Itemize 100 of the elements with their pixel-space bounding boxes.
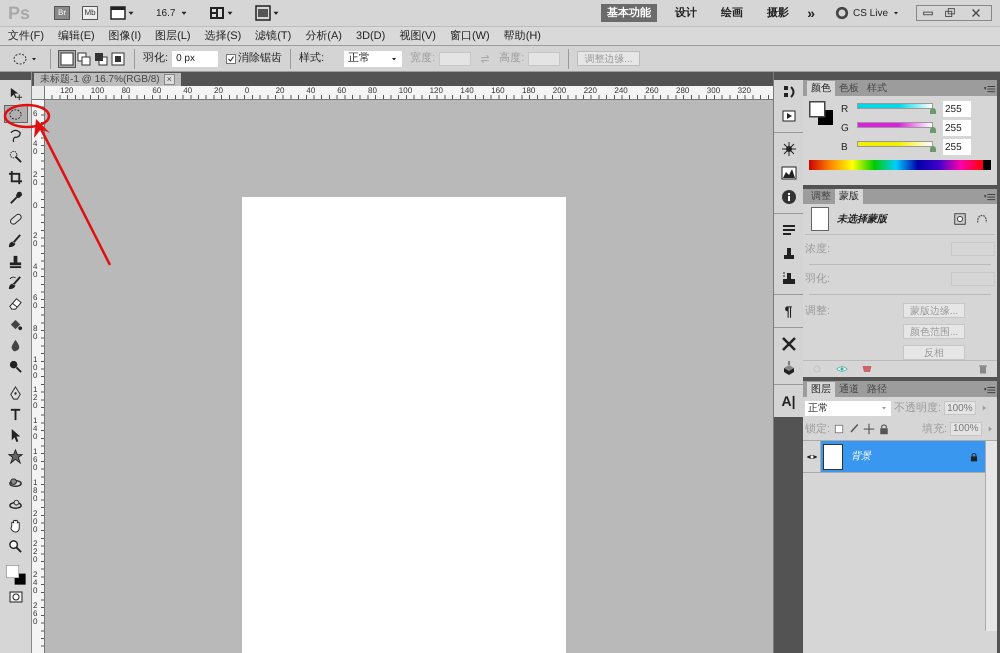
ruler-label: 6 <box>33 110 38 118</box>
width-label: 宽度: <box>410 50 436 66</box>
shape-icon <box>8 448 23 464</box>
menu-item[interactable]: 图像(I) <box>108 28 142 44</box>
channel-label: R <box>841 102 850 116</box>
panel-tab[interactable]: 样式 <box>863 81 891 96</box>
menu-item[interactable]: 文件(F) <box>8 28 44 44</box>
dodge-icon <box>8 358 23 374</box>
menu-item[interactable]: 窗口(W) <box>450 28 490 44</box>
opacity-label: 不透明度: <box>894 400 942 416</box>
channel-value-input[interactable]: 255 <box>943 139 971 155</box>
brush-icon[interactable] <box>848 422 860 435</box>
menu-item[interactable]: 滤镜(T) <box>255 28 292 44</box>
panel-tab[interactable]: 路径 <box>863 382 891 397</box>
eraser-icon <box>8 296 23 310</box>
lock-icon[interactable] <box>878 422 890 435</box>
channel-value-input[interactable]: 255 <box>943 120 971 136</box>
ruler-label: 200 <box>552 86 566 95</box>
lock-transparency-icon[interactable] <box>833 422 846 435</box>
panel-tab[interactable]: 色板 <box>835 81 863 96</box>
slider-thumb[interactable] <box>930 108 936 114</box>
apply-mask-icon[interactable] <box>861 363 873 375</box>
eyedropper-icon <box>8 190 23 206</box>
slider-thumb[interactable] <box>930 127 936 133</box>
document-tab[interactable]: 未标题-1 @ 16.7%(RGB/8) × <box>34 73 181 86</box>
ruler-label: 60 <box>152 86 162 95</box>
workspace-tab[interactable]: 摄影 <box>761 4 796 22</box>
ruler-label: 40 <box>33 263 38 280</box>
quick-mask-icon[interactable] <box>8 589 24 605</box>
panel-tab[interactable]: 颜色 <box>807 81 835 96</box>
style-dropdown[interactable]: 正常 <box>344 50 402 66</box>
more-workspaces-button[interactable]: » <box>807 2 815 24</box>
style-label: 样式: <box>299 51 324 66</box>
ruler-label: 140 <box>33 417 38 442</box>
tool-presets-icon <box>780 270 796 286</box>
ruler-label: 100 <box>33 356 38 380</box>
menu-item[interactable]: 3D(D) <box>356 28 386 44</box>
panel-tab[interactable]: 通道 <box>835 382 863 397</box>
menu-item[interactable]: 图层(L) <box>155 28 191 44</box>
panel-tab[interactable]: 蒙版 <box>835 189 863 204</box>
height-input[interactable] <box>528 52 560 66</box>
selection-mode-icon[interactable] <box>93 50 109 66</box>
selection-mode-icon[interactable] <box>76 50 92 66</box>
menu-item[interactable]: 编辑(E) <box>58 28 95 44</box>
scrollbar[interactable] <box>985 441 997 631</box>
move-icon[interactable] <box>863 422 876 435</box>
workspace-tab[interactable]: 绘画 <box>715 4 750 22</box>
ruler-label: 60 <box>33 294 38 310</box>
zoom-icon <box>8 538 23 554</box>
panel-tab[interactable]: 调整 <box>807 189 835 204</box>
ruler-label: 200 <box>33 510 38 534</box>
density-label: 浓度: <box>805 242 830 257</box>
panel-dock-button[interactable]: A| <box>774 389 803 413</box>
opacity-input[interactable]: 100% <box>944 401 976 416</box>
anti-alias-checkbox[interactable]: 消除锯齿 <box>226 50 282 67</box>
channel-value-input[interactable]: 255 <box>943 101 971 117</box>
close-tab-icon[interactable]: × <box>164 74 175 85</box>
history-brush-icon <box>8 274 23 290</box>
panel-dock-button[interactable]: ¶ <box>774 299 803 323</box>
move-icon <box>8 86 23 100</box>
foreground-background-swatch-icon <box>809 101 833 125</box>
caret-icon <box>892 9 900 17</box>
menu-item[interactable]: 分析(A) <box>305 28 342 44</box>
view-extras-button[interactable] <box>110 5 136 21</box>
ruler-label: 140 <box>460 86 474 95</box>
workspace-tab[interactable]: 基本功能 <box>601 4 658 22</box>
selection-mode-icon[interactable] <box>110 50 126 66</box>
cs-live-button[interactable]: CS Live <box>834 6 900 20</box>
ruler-label: 80 <box>122 86 130 95</box>
histogram-icon <box>780 165 796 181</box>
ruler-label: 20 <box>214 86 223 95</box>
ruler-label: 40 <box>33 140 38 156</box>
ruler-origin[interactable] <box>32 86 45 100</box>
menu-item[interactable]: 选择(S) <box>204 28 242 44</box>
ruler-label: 220 <box>584 86 597 95</box>
channel-label: B <box>841 140 849 154</box>
pixel-mask-icon[interactable] <box>953 212 967 226</box>
ruler-label: 100 <box>398 86 412 95</box>
feather-input[interactable]: 0 px <box>172 50 218 66</box>
ruler-label: 80 <box>368 86 377 95</box>
check-icon <box>227 54 236 62</box>
annotation-circle <box>4 104 50 128</box>
mask-thumbnail <box>811 207 829 231</box>
menu-item[interactable]: 视图(V) <box>399 28 436 44</box>
actions-icon <box>780 108 796 124</box>
zoom-level-dropdown[interactable]: 16.7 <box>156 6 190 20</box>
ruler-label: 60 <box>337 86 346 95</box>
blend-mode-dropdown[interactable]: 正常 <box>805 400 891 416</box>
panel-tab[interactable]: 图层 <box>807 382 835 397</box>
ruler-label: 160 <box>491 86 505 95</box>
bridge-button[interactable]: Br <box>54 6 70 20</box>
workspace-tab[interactable]: 设计 <box>669 4 704 22</box>
mini-bridge-button[interactable]: Mb <box>82 6 98 20</box>
color-spectrum-bar[interactable] <box>809 160 991 170</box>
slider-thumb[interactable] <box>930 146 936 152</box>
selection-mode-icon[interactable] <box>59 50 75 66</box>
ruler-label: 180 <box>33 478 38 503</box>
fill-input[interactable]: 100% <box>950 422 982 436</box>
menu-item[interactable]: 帮助(H) <box>504 28 541 44</box>
width-input[interactable] <box>439 52 472 66</box>
